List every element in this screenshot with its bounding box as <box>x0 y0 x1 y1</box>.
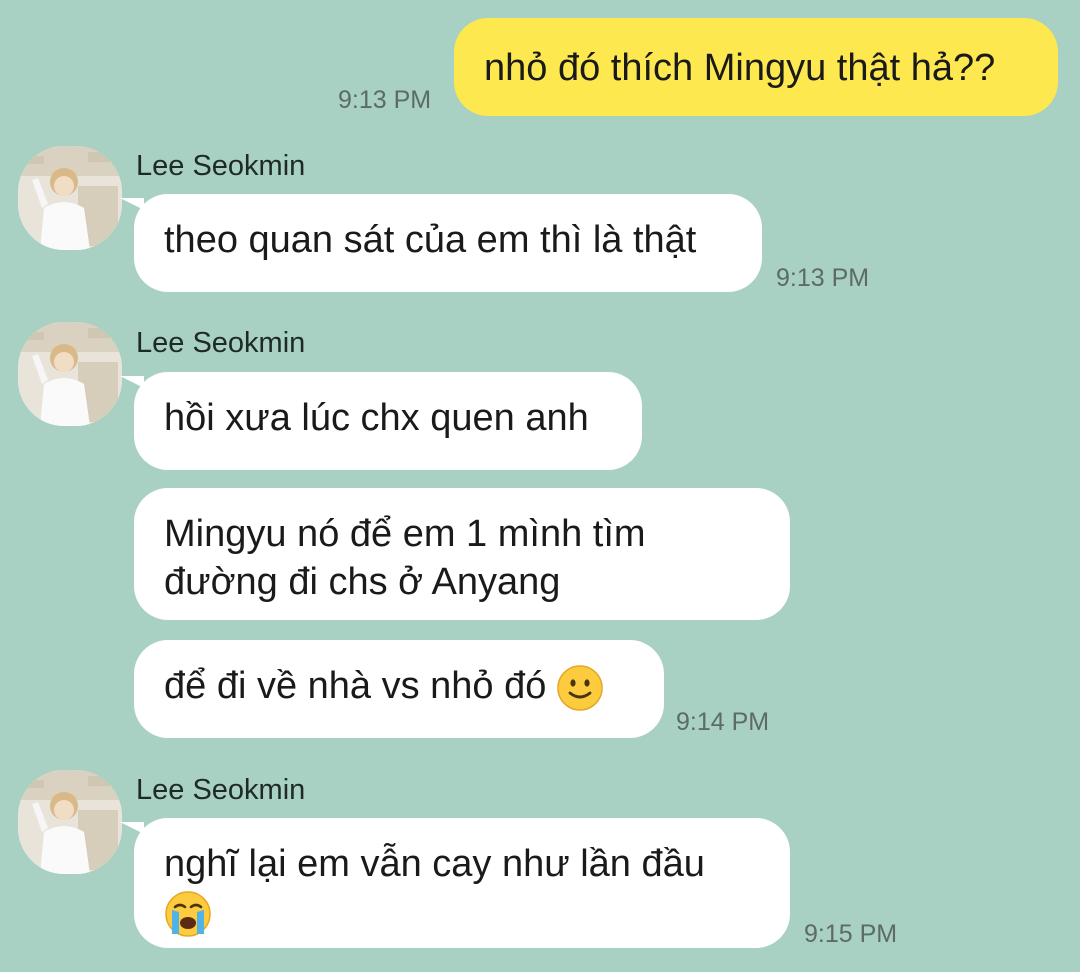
message-text: nhỏ đó thích Mingyu thật hả?? <box>484 47 996 89</box>
message-timestamp: 9:13 PM <box>338 86 432 114</box>
sender-name: Lee Seokmin <box>136 327 306 359</box>
message-text-line: Mingyu nó để em 1 mình tìm <box>164 513 646 555</box>
message-text: theo quan sát của em thì là thật <box>164 219 697 261</box>
outgoing-message-bubble[interactable]: nhỏ đó thích Mingyu thật hả?? <box>454 18 1058 116</box>
message-timestamp: 9:13 PM <box>776 264 870 292</box>
message-text-line: đường đi chs ở Anyang <box>164 561 561 603</box>
contact-avatar[interactable] <box>18 146 122 250</box>
sender-name: Lee Seokmin <box>136 774 306 806</box>
incoming-message-bubble[interactable]: theo quan sát của em thì là thật <box>120 194 762 292</box>
loudly-crying-face-icon <box>164 890 212 938</box>
contact-avatar[interactable] <box>18 770 122 874</box>
contact-avatar[interactable] <box>18 322 122 426</box>
message-timestamp: 9:15 PM <box>804 920 898 948</box>
message-text: để đi về nhà vs nhỏ đó <box>164 665 547 707</box>
incoming-message-bubble[interactable]: Mingyu nó để em 1 mình tìm đường đi chs … <box>134 488 790 620</box>
message-text: hồi xưa lúc chx quen anh <box>164 397 589 439</box>
chat-thread[interactable]: 9:13 PM nhỏ đó thích Mingyu thật hả?? Le… <box>0 0 1080 972</box>
slightly-smiling-face-icon <box>556 664 604 712</box>
sender-name: Lee Seokmin <box>136 150 306 182</box>
incoming-message-bubble[interactable]: nghĩ lại em vẫn cay như lần đầu <box>120 818 790 948</box>
message-timestamp: 9:14 PM <box>676 708 770 736</box>
incoming-message-bubble[interactable]: hồi xưa lúc chx quen anh <box>120 372 642 470</box>
incoming-message-bubble[interactable]: để đi về nhà vs nhỏ đó <box>134 640 664 738</box>
message-text: nghĩ lại em vẫn cay như lần đầu <box>164 843 705 885</box>
